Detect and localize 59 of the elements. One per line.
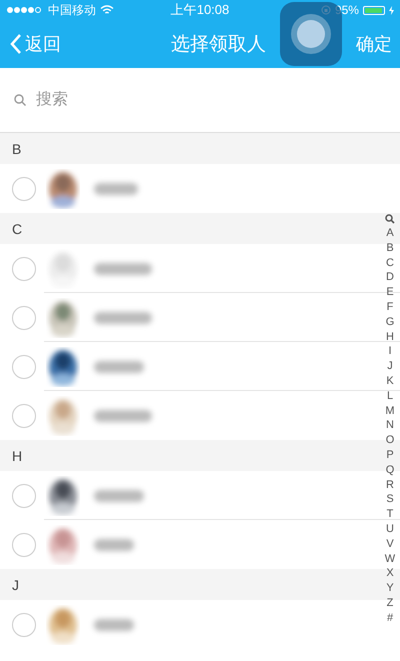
wifi-icon bbox=[100, 5, 114, 15]
search-field[interactable]: 搜索 bbox=[36, 91, 336, 109]
blurred-name bbox=[94, 262, 152, 274]
index-letter[interactable]: T bbox=[386, 507, 394, 522]
blurred-name bbox=[94, 490, 144, 502]
index-letter[interactable]: X bbox=[386, 566, 394, 582]
battery-percent: 95% bbox=[334, 3, 359, 17]
select-circle[interactable] bbox=[12, 532, 36, 556]
battery-icon bbox=[362, 6, 385, 14]
index-letter[interactable]: G bbox=[386, 314, 394, 330]
index-letter[interactable]: I bbox=[388, 344, 392, 360]
section-letter: J bbox=[12, 576, 19, 592]
section-letter: C bbox=[12, 220, 22, 236]
select-circle[interactable] bbox=[12, 306, 36, 330]
select-circle[interactable] bbox=[12, 256, 36, 280]
page-title: 选择领取人 bbox=[171, 33, 266, 57]
index-letter[interactable]: O bbox=[386, 433, 394, 448]
index-letter[interactable]: # bbox=[386, 610, 394, 626]
index-letter[interactable]: V bbox=[386, 536, 394, 552]
select-circle[interactable] bbox=[12, 404, 36, 428]
index-letter[interactable]: M bbox=[385, 404, 395, 418]
index-letter[interactable]: W bbox=[384, 552, 396, 566]
search-icon bbox=[385, 214, 395, 224]
blurred-name bbox=[94, 360, 144, 372]
select-circle[interactable] bbox=[12, 484, 36, 508]
blurred-name bbox=[94, 182, 138, 194]
index-letter[interactable]: P bbox=[386, 448, 394, 463]
charging-icon bbox=[388, 6, 394, 14]
select-circle[interactable] bbox=[12, 612, 36, 636]
select-circle[interactable] bbox=[12, 176, 36, 200]
search-icon bbox=[14, 94, 26, 106]
index-letter[interactable]: N bbox=[386, 418, 394, 434]
blurred-name bbox=[94, 538, 134, 550]
index-letter[interactable]: D bbox=[386, 270, 394, 286]
index-letter[interactable]: R bbox=[386, 478, 394, 492]
blurred-name bbox=[94, 312, 152, 324]
status-time: 上午10:08 bbox=[170, 1, 230, 19]
index-letter[interactable]: L bbox=[386, 388, 394, 404]
index-letter[interactable]: F bbox=[386, 300, 394, 315]
index-letter[interactable]: Y bbox=[386, 581, 394, 596]
signal-icon bbox=[6, 6, 44, 14]
select-circle[interactable] bbox=[12, 354, 36, 378]
index-letter[interactable]: K bbox=[386, 374, 394, 389]
section-letter: B bbox=[12, 140, 22, 156]
index-letter[interactable]: A bbox=[386, 226, 394, 241]
index-letter[interactable]: H bbox=[386, 330, 394, 344]
blurred-name bbox=[94, 410, 152, 422]
carrier-name: 中国移动 bbox=[48, 2, 96, 18]
index-letter[interactable]: S bbox=[386, 492, 394, 508]
index-letter[interactable]: Q bbox=[386, 462, 394, 478]
index-letter[interactable]: E bbox=[386, 285, 394, 300]
index-letter[interactable]: B bbox=[386, 240, 394, 256]
index-letter[interactable]: J bbox=[387, 359, 393, 374]
index-letter[interactable]: C bbox=[386, 256, 394, 270]
blurred-name bbox=[94, 618, 134, 630]
index-letter[interactable]: U bbox=[386, 522, 394, 537]
chevron-left-icon bbox=[10, 34, 22, 54]
section-letter: H bbox=[12, 448, 22, 464]
index-letter[interactable]: Z bbox=[386, 596, 394, 611]
